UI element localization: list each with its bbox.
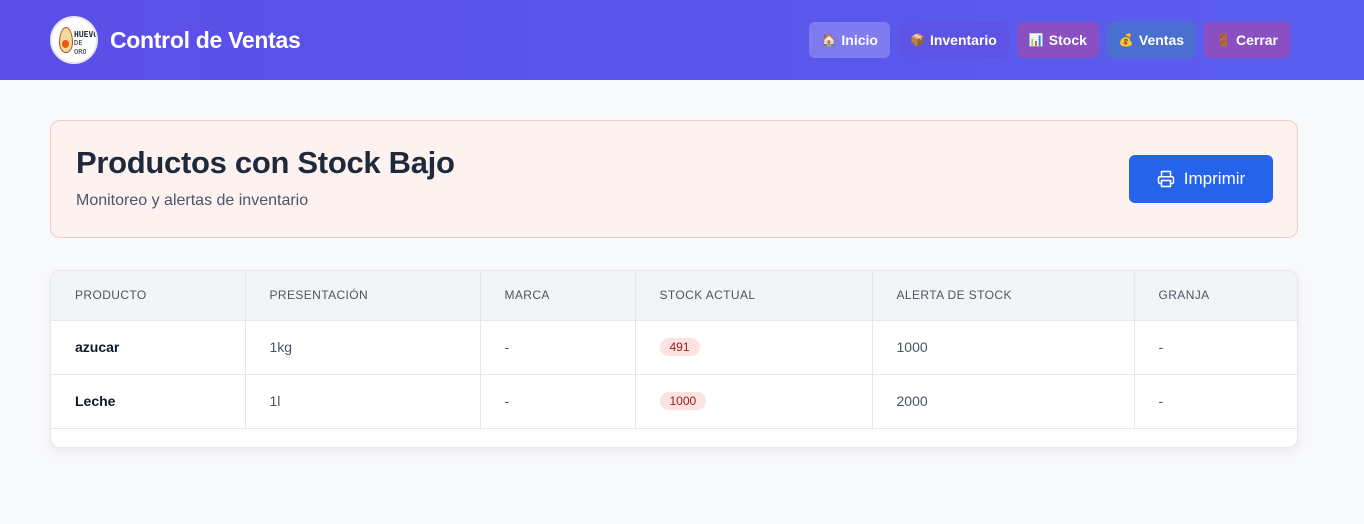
nav-stock-label: Stock bbox=[1048, 32, 1087, 48]
page-title: Productos con Stock Bajo bbox=[76, 145, 455, 180]
low-stock-table-card: PRODUCTO PRESENTACIÓN MARCA STOCK ACTUAL… bbox=[50, 270, 1298, 448]
cell-marca: - bbox=[480, 374, 636, 429]
cell-producto: azucar bbox=[51, 320, 246, 375]
low-stock-table: PRODUCTO PRESENTACIÓN MARCA STOCK ACTUAL… bbox=[51, 271, 1297, 429]
brand-logo[interactable]: HUEVO DE ORO bbox=[50, 16, 98, 64]
nav-inicio-label: Inicio bbox=[841, 32, 878, 48]
cell-granja: - bbox=[1134, 374, 1297, 429]
nav-stock-button[interactable]: 📊 Stock bbox=[1016, 22, 1099, 58]
cell-presentacion: 1kg bbox=[245, 320, 481, 375]
page-subtitle: Monitoreo y alertas de inventario bbox=[76, 192, 309, 209]
logo-text-bottom: DE ORO bbox=[74, 39, 87, 56]
logo-text-top: HUEVO bbox=[74, 30, 98, 39]
column-header-presentacion[interactable]: PRESENTACIÓN bbox=[245, 271, 481, 321]
cell-presentacion: 1l bbox=[245, 374, 481, 429]
nav-cerrar-button[interactable]: 🚪 Cerrar bbox=[1204, 22, 1290, 58]
column-header-alerta-stock[interactable]: ALERTA DE STOCK bbox=[872, 271, 1135, 321]
table-row: azucar 1kg - 491 1000 - bbox=[51, 320, 1297, 375]
cell-stock-actual: 1000 bbox=[635, 374, 873, 429]
stock-badge: 1000 bbox=[659, 392, 707, 410]
door-icon: 🚪 bbox=[1216, 33, 1231, 47]
nav-inicio-button[interactable]: 🏠 Inicio bbox=[809, 22, 890, 58]
cell-marca: - bbox=[480, 320, 636, 375]
cell-alerta-stock: 1000 bbox=[872, 320, 1135, 375]
column-header-marca[interactable]: MARCA bbox=[480, 271, 636, 321]
main-nav: 🏠 Inicio 📦 Inventario 📊 Stock 💰 Ventas 🚪… bbox=[809, 22, 1290, 58]
stock-badge: 491 bbox=[659, 338, 700, 356]
nav-inventario-label: Inventario bbox=[929, 32, 997, 48]
logo-text: HUEVO DE ORO bbox=[74, 30, 98, 57]
cell-stock-actual: 491 bbox=[635, 320, 873, 375]
bar-chart-icon: 📊 bbox=[1028, 33, 1044, 47]
top-navbar: HUEVO DE ORO Control de Ventas 🏠 Inicio … bbox=[0, 0, 1364, 80]
house-icon: 🏠 bbox=[821, 33, 837, 47]
column-header-stock-actual[interactable]: STOCK ACTUAL bbox=[635, 271, 873, 321]
nav-ventas-button[interactable]: 💰 Ventas bbox=[1106, 22, 1197, 58]
printer-icon bbox=[1157, 170, 1175, 188]
table-header-row: PRODUCTO PRESENTACIÓN MARCA STOCK ACTUAL… bbox=[51, 271, 1297, 321]
app-title: Control de Ventas bbox=[110, 26, 301, 53]
money-bag-icon: 💰 bbox=[1118, 33, 1134, 47]
package-icon: 📦 bbox=[909, 33, 925, 47]
cell-granja: - bbox=[1134, 320, 1297, 375]
print-button-label: Imprimir bbox=[1183, 169, 1246, 188]
column-header-producto[interactable]: PRODUCTO bbox=[51, 271, 246, 321]
print-button[interactable]: Imprimir bbox=[1129, 155, 1273, 203]
column-header-granja[interactable]: GRANJA bbox=[1134, 271, 1297, 321]
nav-cerrar-label: Cerrar bbox=[1235, 32, 1278, 48]
yolk-icon bbox=[62, 40, 69, 48]
low-stock-header-card: Productos con Stock Bajo Monitoreo y ale… bbox=[50, 120, 1298, 238]
nav-ventas-label: Ventas bbox=[1138, 32, 1185, 48]
table-row: Leche 1l - 1000 2000 - bbox=[51, 374, 1297, 429]
cell-alerta-stock: 2000 bbox=[872, 374, 1135, 429]
nav-inventario-button[interactable]: 📦 Inventario bbox=[897, 22, 1009, 58]
cell-producto: Leche bbox=[51, 374, 246, 429]
